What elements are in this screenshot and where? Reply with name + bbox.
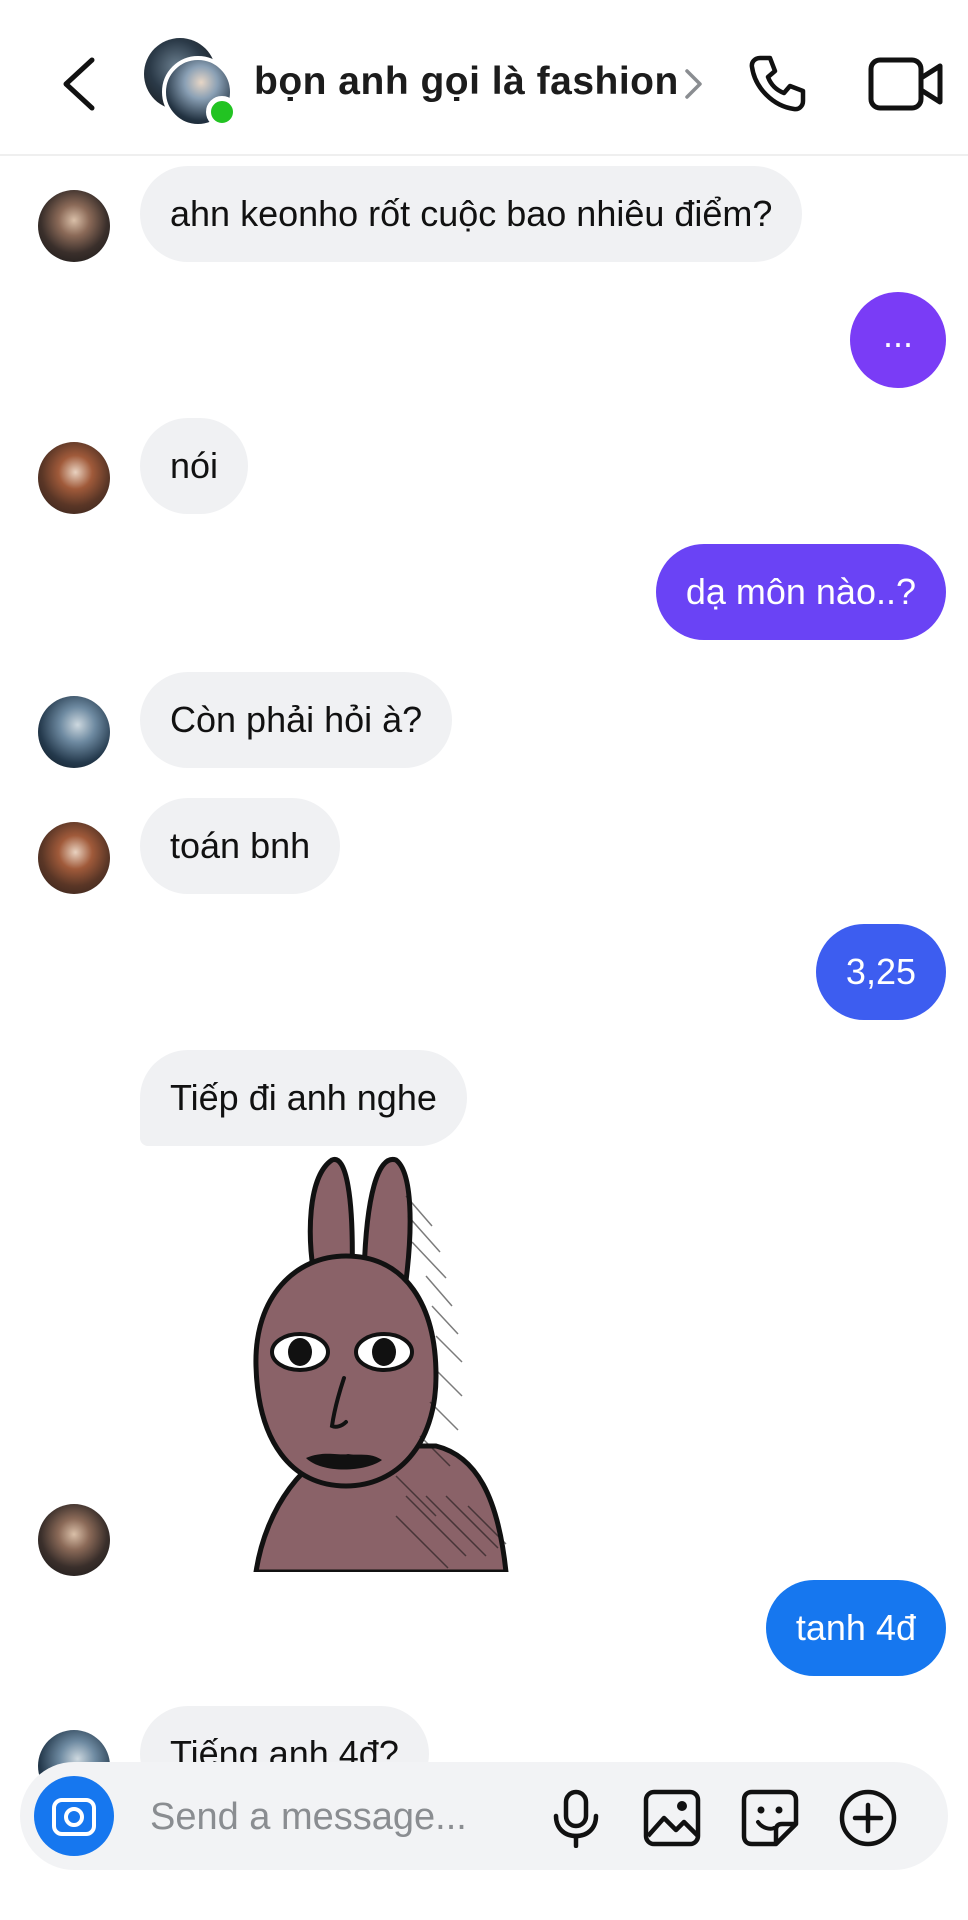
sender-avatar[interactable] (38, 822, 110, 894)
incoming-message[interactable]: Còn phải hỏi à? (140, 672, 453, 768)
outgoing-message[interactable]: tanh 4đ (765, 1580, 946, 1676)
online-status-dot (206, 96, 238, 128)
sender-avatar[interactable] (38, 442, 110, 514)
incoming-message[interactable]: Tiếp đi anh nghe (140, 1050, 467, 1146)
chat-header: bọn anh gọi là fashion (0, 0, 968, 156)
chevron-right-icon[interactable] (682, 66, 706, 102)
camera-button[interactable] (34, 1776, 114, 1856)
video-camera-icon[interactable] (868, 56, 944, 112)
chevron-left-icon[interactable] (56, 54, 100, 114)
image-icon[interactable] (642, 1788, 702, 1848)
plus-circle-icon[interactable] (838, 1788, 898, 1848)
brown-rabbit-sticker[interactable] (236, 1156, 556, 1572)
sticker-icon[interactable] (740, 1788, 800, 1848)
microphone-icon[interactable] (546, 1788, 606, 1848)
incoming-message[interactable]: ahn keonho rốt cuộc bao nhiêu điểm? (140, 166, 803, 262)
sender-avatar[interactable] (38, 696, 110, 768)
message-input[interactable]: Send a message... (150, 1796, 467, 1839)
sender-avatar[interactable] (38, 190, 110, 262)
sender-avatar[interactable] (38, 1504, 110, 1576)
group-avatar[interactable] (144, 38, 240, 130)
incoming-message[interactable]: toán bnh (140, 798, 341, 894)
outgoing-message[interactable]: 3,25 (815, 924, 946, 1020)
incoming-message[interactable]: nói (140, 418, 249, 514)
message-composer: Send a message... (20, 1762, 948, 1870)
chat-title[interactable]: bọn anh gọi là fashion (254, 60, 679, 104)
outgoing-message[interactable]: ... (850, 292, 946, 388)
phone-icon[interactable] (746, 52, 808, 114)
camera-icon (52, 1798, 96, 1836)
outgoing-message[interactable]: dạ môn nào..? (655, 544, 946, 640)
